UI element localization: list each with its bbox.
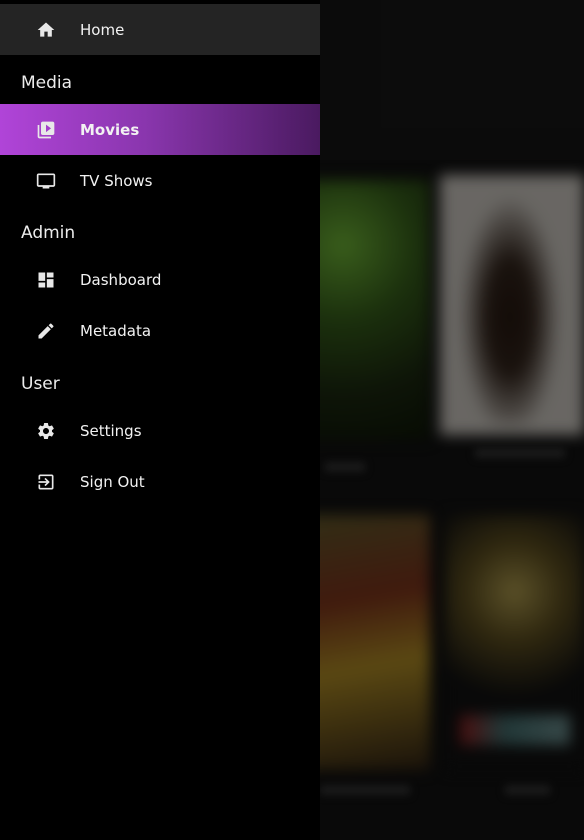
navigation-drawer: Home Media Movies TV Shows Admin Dashboa… xyxy=(0,0,320,840)
nav-item-dashboard[interactable]: Dashboard xyxy=(0,254,320,305)
nav-item-label: Metadata xyxy=(80,321,152,340)
home-icon xyxy=(36,20,56,40)
sign-out-icon xyxy=(36,472,56,492)
section-title-admin: Admin xyxy=(21,223,76,243)
nav-item-home[interactable]: Home xyxy=(0,4,320,55)
nav-item-tv-shows[interactable]: TV Shows xyxy=(0,155,320,206)
nav-item-label: Movies xyxy=(80,120,140,139)
nav-item-settings[interactable]: Settings xyxy=(0,405,320,456)
nav-item-label: Sign Out xyxy=(80,472,145,491)
nav-item-label: Settings xyxy=(80,421,142,440)
movie-library-icon xyxy=(36,120,56,140)
dashboard-icon xyxy=(36,270,56,290)
tv-icon xyxy=(36,171,56,191)
nav-item-sign-out[interactable]: Sign Out xyxy=(0,456,320,507)
nav-item-label: TV Shows xyxy=(80,171,153,190)
section-title-media: Media xyxy=(21,73,73,93)
nav-item-metadata[interactable]: Metadata xyxy=(0,305,320,356)
nav-item-movies[interactable]: Movies xyxy=(0,104,320,155)
nav-item-label: Home xyxy=(80,20,125,39)
section-title-user: User xyxy=(21,374,60,394)
pencil-icon xyxy=(36,321,56,341)
gear-icon xyxy=(36,421,56,441)
nav-item-label: Dashboard xyxy=(80,270,162,289)
